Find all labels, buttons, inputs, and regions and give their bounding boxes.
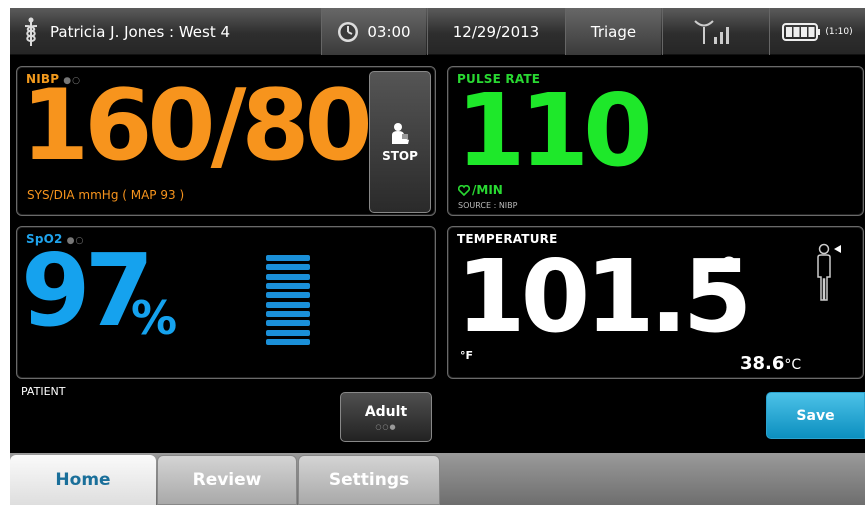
pulse-amplitude-bar xyxy=(266,255,310,345)
pulse-amplitude-segment xyxy=(266,292,310,299)
pulse-amplitude-segment xyxy=(266,273,310,280)
pulse-amplitude-segment xyxy=(266,301,310,308)
patient-section-label: PATIENT xyxy=(21,385,66,398)
patient-type-label: Adult xyxy=(364,403,408,420)
monitor-screen: Patricia J. Jones : West 4 03:00 12/29/2… xyxy=(10,8,865,505)
clock-icon xyxy=(338,21,359,42)
save-button[interactable]: Save xyxy=(766,392,865,439)
temperature-celsius: 38.6°C xyxy=(740,353,802,374)
nibp-tile[interactable]: NIBP ●○ 160/80 SYS/DIA mmHg ( MAP 93 ) ST… xyxy=(16,66,436,216)
temperature-value: 101.5 xyxy=(456,238,752,355)
date-text: 12/29/2013 xyxy=(452,22,540,41)
patient-type-button[interactable]: Adult ○○● xyxy=(340,392,432,442)
pulse-amplitude-segment xyxy=(266,264,310,271)
pulse-source: SOURCE : NIBP xyxy=(458,201,518,210)
connectivity-status[interactable] xyxy=(663,8,768,55)
pulse-rate-value: 110 xyxy=(456,72,653,189)
signal-antenna-icon xyxy=(693,19,729,44)
status-bar: Patricia J. Jones : West 4 03:00 12/29/2… xyxy=(10,8,865,55)
pulse-amplitude-segment xyxy=(266,282,310,289)
nibp-value: 160/80 xyxy=(21,69,373,183)
profile-label: Triage xyxy=(590,22,637,41)
battery-status[interactable]: (1:10) xyxy=(770,8,865,55)
patient-cuff-icon xyxy=(392,122,409,144)
pulse-amplitude-segment xyxy=(266,255,310,261)
page-dots: ○○● xyxy=(375,422,397,431)
stop-label: STOP xyxy=(382,148,418,163)
patient-body-icon[interactable] xyxy=(814,243,842,303)
clock-time: 03:00 xyxy=(367,22,411,41)
nibp-stop-button[interactable]: STOP xyxy=(369,71,431,213)
tab-settings[interactable]: Settings xyxy=(298,455,440,505)
clock-button[interactable]: 03:00 xyxy=(322,8,426,55)
tab-bar: Home Review Settings xyxy=(10,453,865,505)
heart-icon xyxy=(458,184,470,196)
temperature-unit-f: °F xyxy=(460,349,474,362)
spo2-unit: % xyxy=(131,291,178,345)
spo2-value: 97 xyxy=(21,232,154,349)
pulse-amplitude-segment xyxy=(266,320,310,327)
pulse-amplitude-segment xyxy=(266,310,310,317)
patient-name: Patricia J. Jones : West 4 xyxy=(50,22,231,41)
temperature-degree: ° xyxy=(718,249,740,300)
tab-home[interactable]: Home xyxy=(10,455,156,505)
nibp-units: SYS/DIA mmHg ( MAP 93 ) xyxy=(27,188,185,202)
tab-review[interactable]: Review xyxy=(157,455,297,505)
date-display: 12/29/2013 xyxy=(428,8,564,55)
battery-time: (1:10) xyxy=(825,26,853,37)
pulse-rate-tile[interactable]: PULSE RATE 110 /MIN SOURCE : NIBP xyxy=(447,66,864,216)
patient-context[interactable]: Patricia J. Jones : West 4 xyxy=(10,8,320,55)
temperature-tile[interactable]: TEMPERATURE 101.5 ° °F 38.6°C xyxy=(447,226,864,379)
pulse-amplitude-segment xyxy=(266,329,310,336)
profile-button[interactable]: Triage xyxy=(566,8,661,55)
battery-icon xyxy=(782,22,821,41)
pulse-units: /MIN xyxy=(458,183,503,197)
caduceus-icon xyxy=(24,17,38,46)
spo2-tile[interactable]: SpO2 ●○ 97 % xyxy=(16,226,436,379)
pulse-amplitude-segment xyxy=(266,338,310,345)
